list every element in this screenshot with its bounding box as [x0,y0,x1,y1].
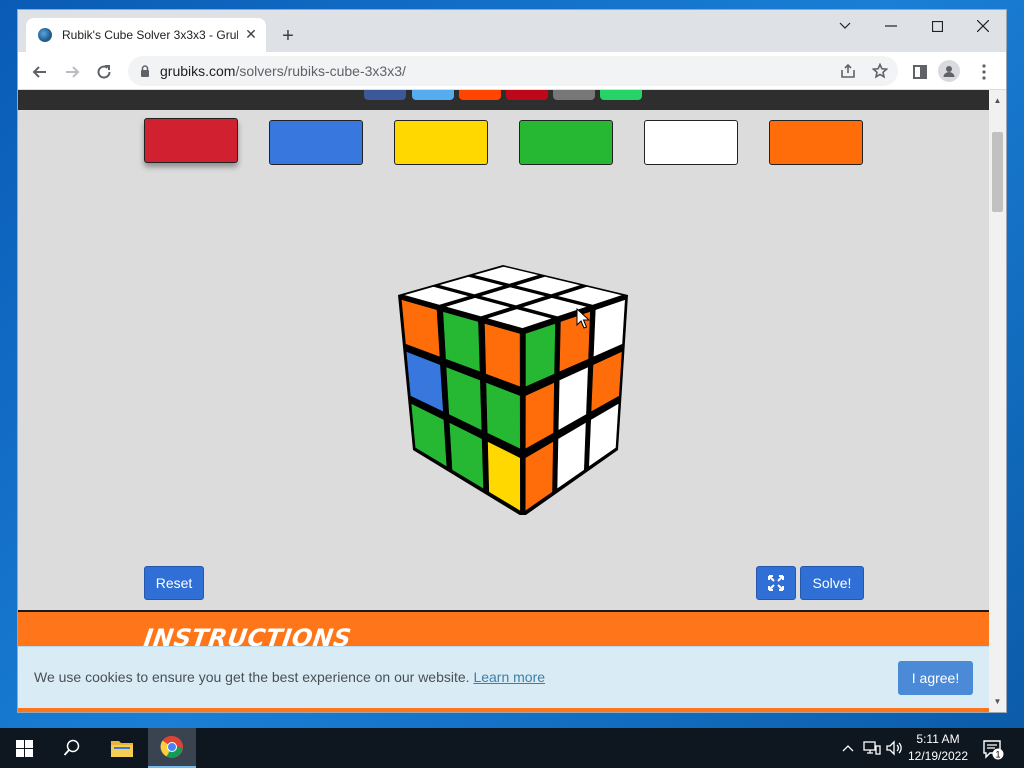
windows-logo-icon [15,739,33,757]
cookie-accept-button[interactable]: I agree! [898,661,973,695]
search-icon [63,739,80,756]
color-swatch-green[interactable] [519,120,613,165]
back-button[interactable] [26,58,54,86]
profile-avatar-icon[interactable] [938,60,960,82]
browser-toolbar: grubiks.com/solvers/rubiks-cube-3x3x3/ [18,52,1006,90]
clock-time: 5:11 AM [916,732,960,746]
new-tab-button[interactable]: + [276,24,300,48]
maximize-button[interactable] [914,10,960,42]
scroll-thumb[interactable] [992,132,1003,212]
share-chip[interactable] [553,90,595,100]
tab-search-button[interactable] [822,10,868,42]
color-swatch-red[interactable] [144,118,238,163]
tab-title: Rubik's Cube Solver 3x3x3 - Grubiks [62,28,238,42]
share-chip[interactable] [364,90,406,100]
reset-button[interactable]: Reset [144,566,204,600]
share-chip[interactable] [506,90,548,100]
solve-button[interactable]: Solve! [800,566,864,600]
notification-count: 1 [995,750,1000,760]
scroll-up-arrow-icon[interactable]: ▲ [989,92,1006,109]
tab-close-icon[interactable]: ✕ [242,25,260,43]
file-explorer-button[interactable] [98,728,146,768]
browser-tab[interactable]: Rubik's Cube Solver 3x3x3 - Grubiks ✕ [26,18,266,52]
url-text: grubiks.com/solvers/rubiks-cube-3x3x3/ [160,63,406,79]
color-swatch-blue[interactable] [269,120,363,165]
cookie-banner: We use cookies to ensure you get the bes… [18,646,989,708]
chrome-taskbar-button[interactable] [148,728,196,768]
color-swatch-yellow[interactable] [394,120,488,165]
rubiks-cube-3d[interactable] [378,255,638,515]
side-panel-icon[interactable] [906,58,934,86]
share-icon[interactable] [838,61,858,81]
tab-strip: Rubik's Cube Solver 3x3x3 - Grubiks ✕ + [18,10,1006,52]
network-icon[interactable] [862,738,882,758]
windows-taskbar: 5:11 AM 12/19/2022 1 [0,728,1024,768]
folder-icon [111,741,133,757]
cookie-message: We use cookies to ensure you get the bes… [34,669,546,685]
forward-button[interactable] [58,58,86,86]
browser-window: Rubik's Cube Solver 3x3x3 - Grubiks ✕ + [18,10,1006,712]
action-center-icon[interactable]: 1 [982,738,1004,760]
fullscreen-button[interactable] [756,566,796,600]
chrome-icon [160,735,183,758]
social-share-bar [18,90,989,110]
page-scrollbar[interactable]: ▲ ▼ [989,90,1006,712]
start-button[interactable] [0,728,48,768]
clock-date: 12/19/2022 [907,749,969,763]
page-viewport: Reset Solve! INSTRUCTIONS We use cookies… [18,90,989,712]
share-chip[interactable] [412,90,454,100]
color-swatch-orange[interactable] [769,120,863,165]
tray-overflow-chevron-icon[interactable] [838,738,858,758]
scroll-down-arrow-icon[interactable]: ▼ [989,693,1006,710]
address-bar[interactable]: grubiks.com/solvers/rubiks-cube-3x3x3/ [128,56,898,86]
lock-icon[interactable] [138,64,152,78]
bookmark-star-icon[interactable] [870,61,890,81]
expand-icon [768,575,784,591]
close-window-button[interactable] [960,10,1006,42]
reload-button[interactable] [90,58,118,86]
minimize-button[interactable] [868,10,914,42]
share-chip[interactable] [600,90,642,100]
learn-more-link[interactable]: Learn more [473,669,545,685]
taskbar-clock[interactable]: 5:11 AM 12/19/2022 [900,731,976,765]
search-button[interactable] [48,728,96,768]
share-chip[interactable] [459,90,501,100]
globe-favicon-icon [38,28,52,42]
color-swatch-white[interactable] [644,120,738,165]
menu-kebab-icon[interactable] [970,58,998,86]
